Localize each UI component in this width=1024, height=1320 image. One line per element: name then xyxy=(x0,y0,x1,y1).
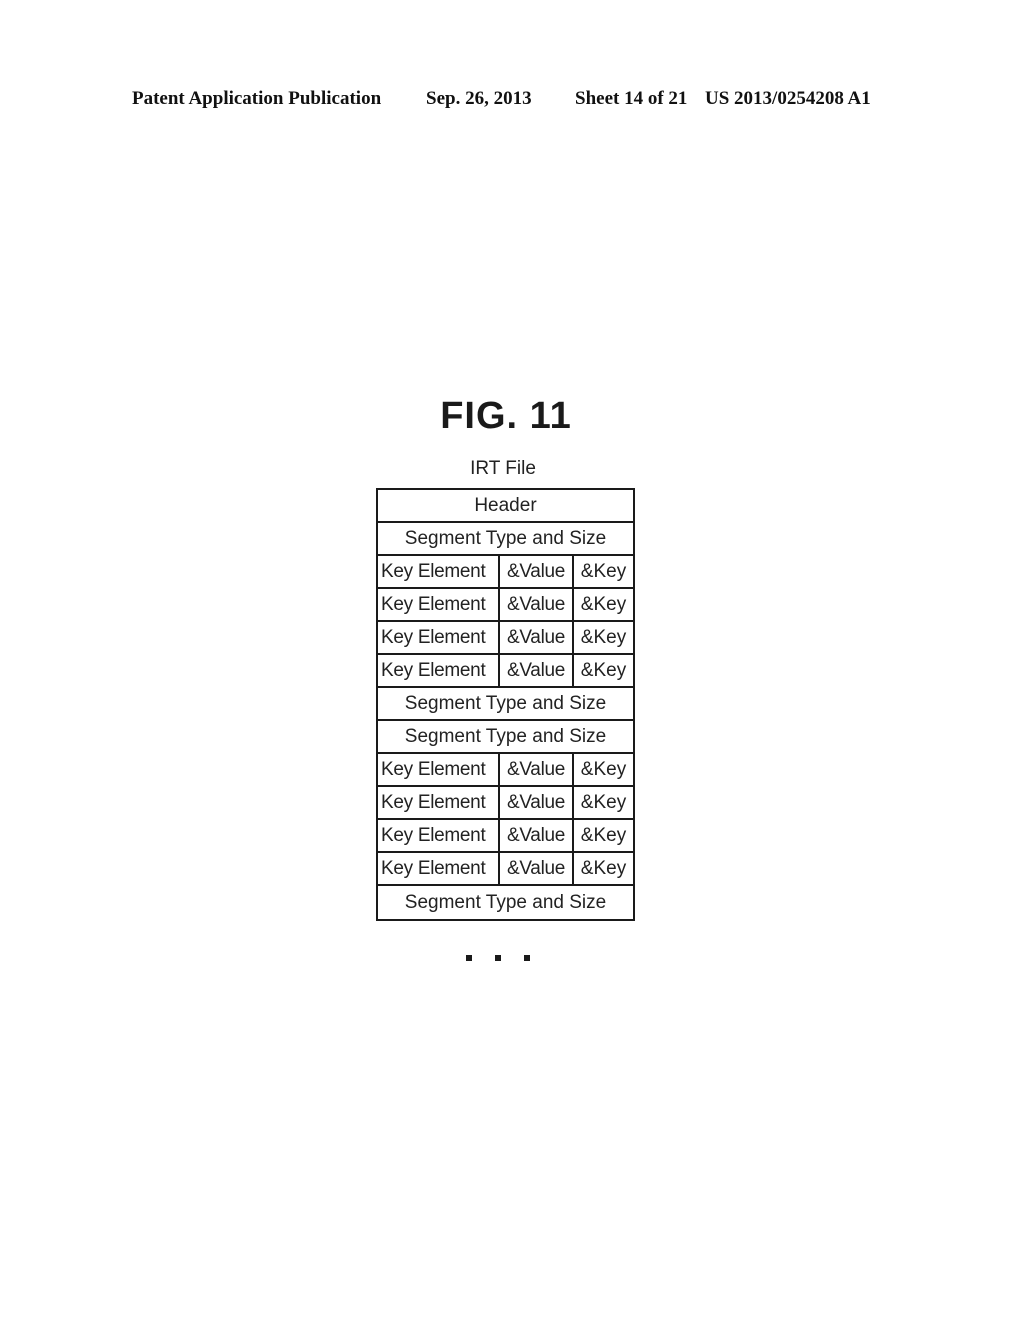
key-element-cell: Key Element xyxy=(378,754,500,785)
key-pointer-cell: &Key xyxy=(580,626,627,648)
segment-type-size-cell: Segment Type and Size xyxy=(404,527,607,549)
segment-type-size-row: Segment Type and Size xyxy=(378,721,633,754)
key-element-row: Key Element &Value &Key xyxy=(378,820,633,853)
segment-type-size-row: Segment Type and Size xyxy=(378,886,633,919)
value-pointer-cell: &Value xyxy=(500,622,574,653)
figure-title: FIG. 11 xyxy=(440,395,572,437)
key-element-row: Key Element &Value &Key xyxy=(378,754,633,787)
value-pointer-cell: &Value xyxy=(500,754,574,785)
ellipsis-dot xyxy=(466,955,472,961)
publication-date: Sep. 26, 2013 xyxy=(426,88,532,109)
key-element-cell: Key Element xyxy=(378,556,500,587)
key-pointer-cell: &Key xyxy=(580,593,627,615)
key-pointer-cell: &Key xyxy=(580,791,627,813)
value-pointer-cell: &Value xyxy=(500,589,574,620)
key-element-row: Key Element &Value &Key xyxy=(378,556,633,589)
key-pointer-cell: &Key xyxy=(580,824,627,846)
key-element-row: Key Element &Value &Key xyxy=(378,589,633,622)
key-element-cell: Key Element xyxy=(378,853,500,884)
publication-label: Patent Application Publication xyxy=(132,88,382,109)
key-element-row: Key Element &Value &Key xyxy=(378,622,633,655)
key-element-row: Key Element &Value &Key xyxy=(378,787,633,820)
segment-type-size-row: Segment Type and Size xyxy=(378,523,633,556)
key-element-cell: Key Element xyxy=(378,787,500,818)
segment-type-size-cell: Segment Type and Size xyxy=(404,725,607,747)
key-pointer-cell: &Key xyxy=(580,857,627,879)
patent-header: Patent Application Publication Sep. 26, … xyxy=(132,88,882,114)
value-pointer-cell: &Value xyxy=(500,655,574,686)
value-pointer-cell: &Value xyxy=(500,853,574,884)
key-pointer-cell: &Key xyxy=(580,659,627,681)
header-cell: Header xyxy=(474,494,537,516)
key-element-row: Key Element &Value &Key xyxy=(378,655,633,688)
value-pointer-cell: &Value xyxy=(500,556,574,587)
value-pointer-cell: &Value xyxy=(500,787,574,818)
segment-type-size-cell: Segment Type and Size xyxy=(404,692,607,714)
key-element-cell: Key Element xyxy=(378,622,500,653)
key-element-cell: Key Element xyxy=(378,655,500,686)
key-pointer-cell: &Key xyxy=(580,560,627,582)
header-row: Header xyxy=(378,490,633,523)
key-pointer-cell: &Key xyxy=(580,758,627,780)
key-element-cell: Key Element xyxy=(378,589,500,620)
key-element-cell: Key Element xyxy=(378,820,500,851)
ellipsis-dot xyxy=(495,955,501,961)
irt-file-table: Header Segment Type and Size Key Element &V… xyxy=(376,488,635,921)
sheet-number: Sheet 14 of 21 xyxy=(575,88,688,109)
file-label: IRT File xyxy=(470,458,536,479)
ellipsis-dot xyxy=(524,955,530,961)
key-element-row: Key Element &Value &Key xyxy=(378,853,633,886)
continuation-ellipsis xyxy=(466,955,530,965)
patent-number: US 2013/0254208 A1 xyxy=(705,88,871,109)
segment-type-size-cell: Segment Type and Size xyxy=(404,891,607,913)
value-pointer-cell: &Value xyxy=(500,820,574,851)
segment-type-size-row: Segment Type and Size xyxy=(378,688,633,721)
